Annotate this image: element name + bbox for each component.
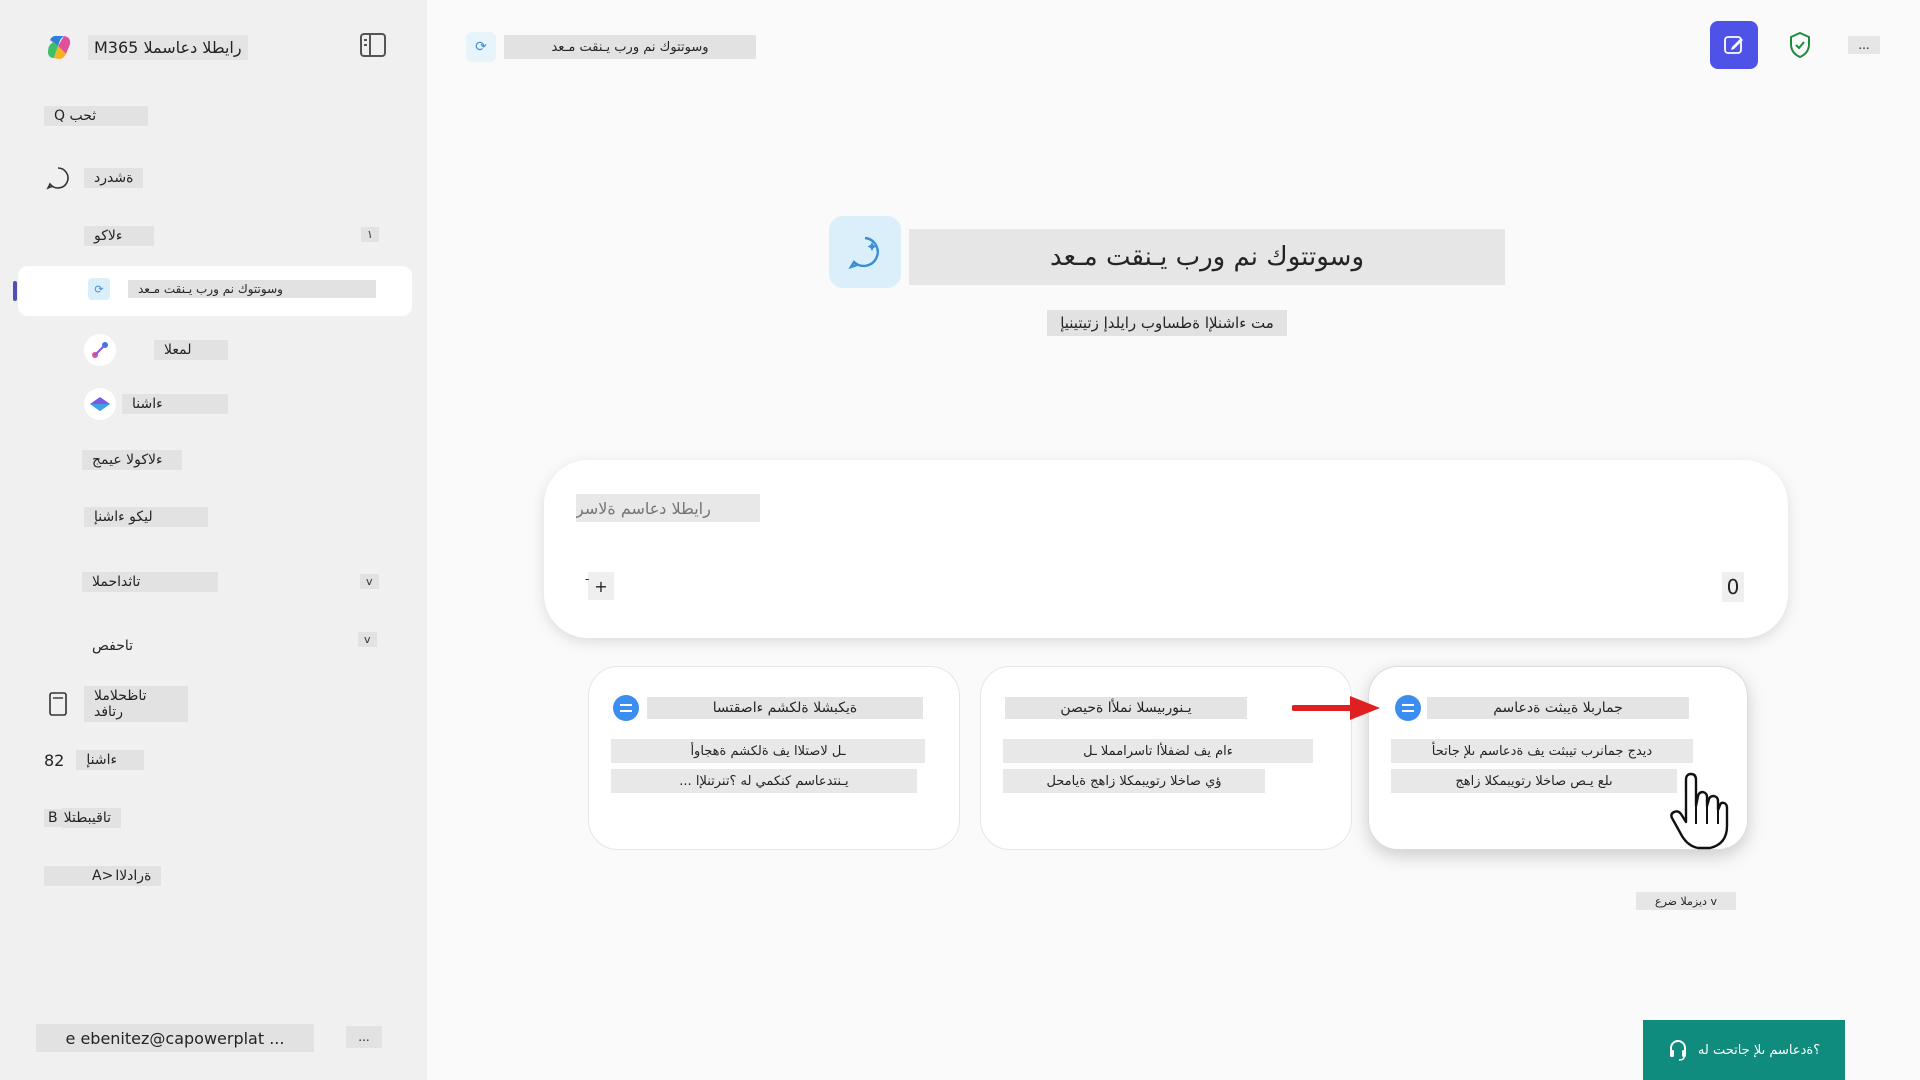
chat-icon (1395, 695, 1421, 721)
app-title: M365 رايطلا دعاسملا (88, 34, 248, 60)
red-arrow-icon (1292, 696, 1380, 720)
sidebar-item-label: لمعلا (154, 340, 228, 360)
sidebar-item-admin[interactable]: A> ةرادلاا (44, 866, 162, 886)
workflow-icon (84, 334, 116, 366)
chat-icon (613, 695, 639, 721)
card-line: ىلع يـص صاخلا رتويبمكلا زاهج (1391, 769, 1677, 793)
hero-subtitle: مت ءاشنلإا ةطساوب رايلدإ زتيتينيإ (1047, 310, 1287, 336)
sidebar-item-label: ةشدرد (84, 168, 144, 188)
create-icon (84, 388, 116, 420)
app-header: M365 رايطلا دعاسملا (44, 30, 394, 64)
sidebar-item-agents[interactable]: ءلاكو (84, 226, 154, 246)
sidebar-item-all-agents[interactable]: ءلاكولا عيمج (82, 450, 182, 470)
sidebar-item-create-agent[interactable]: ليكو ءاشنإ (84, 507, 208, 527)
character-counter: 0 (1722, 572, 1744, 602)
sidebar-item-prefix: B (44, 809, 62, 827)
card-title: ةيكبشلا ةلكشم ءاصقتسا (647, 697, 923, 719)
more-options-button[interactable]: ... (1848, 36, 1880, 54)
user-account[interactable]: e ebenitez@capowerplat ... (36, 1024, 314, 1052)
chevron-down-icon[interactable]: v (360, 574, 379, 589)
help-button[interactable]: ؟ةدعاسم ىلإ جاتحت له (1643, 1020, 1845, 1080)
sidebar-item-prefix: A> (44, 866, 116, 886)
sidebar-item-label: ةرادلاا (115, 866, 162, 886)
card-line: ؤي صاخلا رتويبمكلا زاهج ةيامحل (1003, 769, 1265, 793)
notebook-icon (44, 690, 72, 718)
toggle-line (364, 39, 367, 41)
add-attachment-button[interactable]: - + (585, 572, 614, 600)
sidebar-item-label: ءاشنإ (76, 750, 145, 770)
active-indicator (13, 281, 17, 301)
sidebar-item-workflow[interactable]: لمعلا (84, 334, 228, 366)
sidebar-item-label: تاقيبطتلا (61, 808, 121, 828)
sidebar-item-label: تاثداحملا (82, 572, 218, 592)
sidebar-item-label: ليكو ءاشنإ (84, 507, 208, 527)
headset-icon (1669, 1040, 1686, 1061)
hero-title: وسوتتوك نم ورب يـنقت مـعد (909, 229, 1505, 285)
card-line: ديدج جمانرب تيبثت يف ةدعاسم ىلإ جاتحأ (1391, 739, 1693, 763)
agent-refresh-icon: ⟳ (88, 278, 110, 300)
sidebar-item-chat[interactable]: ةشدرد (44, 164, 144, 192)
sidebar-item-label: تاظحلاملا رتافد (84, 686, 188, 722)
sidebar-item-label: ءلاكولا عيمج (82, 450, 182, 470)
sidebar: M365 رايطلا دعاسملا Q ثحب ةشدرد ءلاكو ١ … (0, 0, 427, 1080)
sidebar-item-conversations[interactable]: تاثداحملا (82, 572, 218, 592)
chat-bubble-icon (44, 164, 72, 192)
edit-icon (1724, 36, 1743, 54)
sidebar-item-prefix: 82 (44, 750, 65, 770)
message-input[interactable] (576, 494, 760, 522)
minus-glyph: - (585, 572, 590, 586)
card-line: ... يـنتدعاسم كنكمي له ؟تنرتنلإا (611, 769, 917, 793)
agent-refresh-icon: ⟳ (466, 32, 496, 62)
agent-chat-icon (829, 216, 901, 288)
sidebar-item-create2[interactable]: 82 ءاشنإ (44, 750, 145, 770)
card-line: ءام يف لضفلأا تاسرامملا ـل (1003, 739, 1313, 763)
card-title: يـنوربيسلا نملأا ةحيصن (1005, 697, 1247, 719)
card-line: ـل لاصتلاا يف ةلكشم ةهجاوأ (611, 739, 925, 763)
sidebar-item-label: ءاشنا (122, 394, 228, 414)
toggle-line (364, 44, 367, 46)
shield-check-icon[interactable] (1786, 30, 1814, 60)
sidebar-item-label: تاحفص (92, 638, 134, 654)
help-button-label: ؟ةدعاسم ىلإ جاتحت له (1697, 1042, 1821, 1058)
sidebar-item-search[interactable]: Q ثحب (44, 106, 148, 126)
copilot-logo-icon (48, 35, 71, 59)
agents-count-badge: ١ (361, 227, 379, 242)
suggestion-card[interactable]: ةيكبشلا ةلكشم ءاصقتسا ـل لاصتلاا يف ةلكش… (588, 666, 960, 850)
sidebar-item-active-agent-content[interactable]: ⟳ وسوتتوك نم ورب يـنقت مـعد (88, 278, 376, 300)
sidebar-item-label: وسوتتوك نم ورب يـنقت مـعد (128, 280, 376, 298)
hand-cursor-icon (1670, 772, 1729, 850)
sidebar-item-notebooks[interactable]: تاظحلاملا رتافد (44, 686, 188, 722)
page-title: وسوتتوك نم ورب يـنقت مـعد (504, 35, 756, 59)
see-more-link[interactable]: ديزملا ضرع v (1636, 892, 1736, 910)
plus-icon: + (594, 576, 608, 596)
sidebar-item-label: Q ثحب (44, 106, 148, 126)
sidebar-item-label: ءلاكو (84, 226, 154, 246)
card-title: جماربلا ةيبثت ةدعاسم (1427, 697, 1689, 719)
sidebar-toggle-icon[interactable] (360, 33, 386, 57)
sidebar-item-apps[interactable]: B تاقيبطتلا (44, 808, 121, 828)
chevron-down-icon[interactable]: v (358, 632, 377, 647)
user-more-button[interactable]: ... (346, 1026, 382, 1048)
message-composer[interactable]: - + 0 (544, 460, 1788, 638)
new-chat-button[interactable] (1710, 21, 1758, 69)
sidebar-item-pages[interactable]: تاحفص (82, 636, 143, 656)
sidebar-item-create[interactable]: ءاشنا (84, 388, 228, 420)
